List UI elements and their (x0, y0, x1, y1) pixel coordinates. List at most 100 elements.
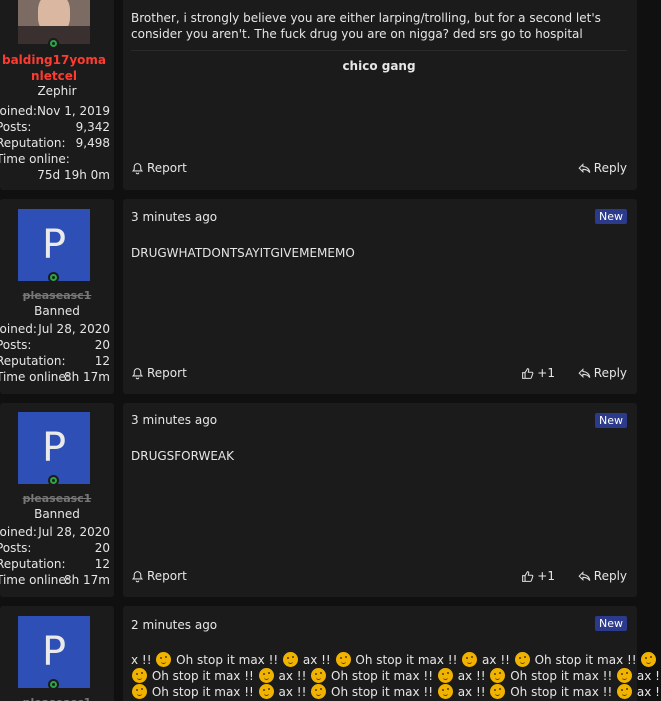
username[interactable]: pleaseasc1 (0, 696, 114, 701)
wink-emoji-icon (258, 668, 274, 683)
wink-emoji-icon (437, 684, 453, 699)
stat-label: Posts: (0, 541, 32, 555)
post-body-text: ax !! (299, 653, 335, 667)
post-body-text: Oh stop it max !! (506, 685, 617, 699)
post: balding17yomanletcel Zephir Joined: Nov 1… (0, 0, 637, 190)
post-body-line: Oh stop it max !! ax !! Oh stop it max !… (131, 668, 661, 684)
wink-emoji-icon (311, 668, 327, 683)
post-body-text: ax !! (636, 669, 661, 683)
bell-icon (131, 367, 144, 380)
avatar[interactable]: P (18, 616, 90, 688)
online-status-icon (48, 679, 59, 690)
like-count: +1 (537, 366, 555, 380)
stat-value: Nov 1, 2019 (36, 104, 110, 118)
stat-label: Reputation: (0, 354, 66, 368)
post-body-text: ax !! (657, 653, 661, 667)
like-button[interactable]: +1 (521, 569, 555, 583)
bell-icon (131, 162, 144, 175)
reply-label: Reply (593, 161, 627, 175)
stat-label: Joined: (0, 322, 37, 336)
report-label: Report (147, 366, 187, 380)
wink-emoji-icon (514, 652, 530, 667)
wink-emoji-icon (335, 652, 351, 667)
wink-emoji-icon (156, 652, 172, 667)
post-body-text: x !! (131, 653, 156, 667)
username[interactable]: balding17yomanletcel (0, 52, 114, 84)
stat-value: 8h 17m (63, 573, 110, 587)
post-body-text: ax !! (636, 685, 661, 699)
post-body-line: Oh stop it max !! ax !! Oh stop it max !… (131, 684, 661, 700)
stat-value: 20 (94, 541, 110, 555)
stat-label: Joined: (0, 104, 37, 118)
post-timestamp[interactable]: 3 minutes ago (131, 413, 217, 427)
thumbs-up-icon (521, 367, 534, 380)
user-info-panel: P pleaseasc1 Banned Joined: Jul 28, 2020 … (0, 199, 114, 394)
reply-button[interactable]: Reply (578, 366, 627, 380)
online-status-icon (48, 38, 59, 49)
user-info-panel: P pleaseasc1 Banned Joined: Jul 28, 2020 … (0, 403, 114, 597)
wink-emoji-icon (641, 652, 657, 667)
report-label: Report (147, 569, 187, 583)
post-body-text: Oh stop it max !! (351, 653, 462, 667)
post-body-text: Oh stop it max !! (172, 653, 283, 667)
wink-emoji-icon (132, 684, 147, 699)
stat-value: 12 (94, 557, 110, 571)
post-body: Brother, i strongly believe you are eith… (131, 11, 601, 41)
stat-value: 8h 17m (63, 370, 110, 384)
post-body-line: x !! Oh stop it max !! ax !! Oh stop it … (131, 652, 657, 668)
post: P pleaseasc1 2 minutes ago New x !! Oh s… (0, 606, 661, 701)
username[interactable]: pleaseasc1 (0, 289, 114, 302)
post-body-text: Oh stop it max !! (148, 669, 258, 683)
stat-value: 75d 19h 0m (37, 168, 110, 182)
stat-label: Reputation: (0, 136, 66, 150)
stat-label: Reputation: (0, 557, 66, 571)
post-content: 3 minutes ago New DRUGSFORWEAK Report +1… (123, 403, 637, 597)
signature: chico gang (131, 50, 627, 73)
stat-label: Posts: (0, 338, 32, 352)
online-status-icon (48, 272, 59, 283)
post: P pleaseasc1 Banned Joined: Jul 28, 2020 … (0, 199, 637, 394)
reply-button[interactable]: Reply (578, 569, 627, 583)
post-body-text: ax !! (274, 685, 311, 699)
post-body-text: Oh stop it max !! (327, 669, 437, 683)
username[interactable]: pleaseasc1 (0, 492, 114, 505)
new-badge: New (595, 413, 627, 428)
post-body-text: ax !! (478, 653, 514, 667)
post-body-text: ax !! (453, 669, 490, 683)
reply-icon (578, 570, 591, 583)
wink-emoji-icon (258, 684, 274, 699)
reply-label: Reply (593, 569, 627, 583)
avatar[interactable]: P (18, 412, 90, 484)
post-footer: Report Reply (131, 161, 627, 179)
report-button[interactable]: Report (131, 161, 187, 175)
reply-icon (578, 162, 591, 175)
report-button[interactable]: Report (131, 366, 187, 380)
avatar[interactable]: P (18, 209, 90, 281)
user-title: Banned (34, 304, 80, 318)
post-body: DRUGSFORWEAK (131, 449, 235, 463)
report-button[interactable]: Report (131, 569, 187, 583)
wink-emoji-icon (617, 668, 633, 683)
post-timestamp[interactable]: 3 minutes ago (131, 210, 217, 224)
wink-emoji-icon (617, 684, 633, 699)
stat-label: Posts: (0, 120, 32, 134)
post-content: 2 minutes ago New x !! Oh stop it max !!… (123, 606, 661, 701)
post-body-text: ax !! (274, 669, 311, 683)
wink-emoji-icon (490, 684, 506, 699)
stat-value: Jul 28, 2020 (38, 322, 110, 336)
new-badge: New (595, 209, 627, 224)
stat-label: Joined: (0, 525, 37, 539)
post-body: DRUGWHATDONTSAYITGIVEMEMEMO (131, 246, 355, 260)
wink-emoji-icon (437, 668, 453, 683)
reply-button[interactable]: Reply (578, 161, 627, 175)
stat-value: 9,498 (75, 136, 110, 150)
stat-value: 9,342 (75, 120, 110, 134)
stat-label: Time online: (0, 370, 70, 384)
online-status-icon (48, 475, 59, 486)
wink-emoji-icon (462, 652, 478, 667)
post-timestamp[interactable]: 2 minutes ago (131, 618, 217, 632)
new-badge: New (595, 616, 627, 631)
like-button[interactable]: +1 (521, 366, 555, 380)
post-content: 3 minutes ago New DRUGWHATDONTSAYITGIVEM… (123, 199, 637, 394)
post-body-text: Oh stop it max !! (530, 653, 641, 667)
